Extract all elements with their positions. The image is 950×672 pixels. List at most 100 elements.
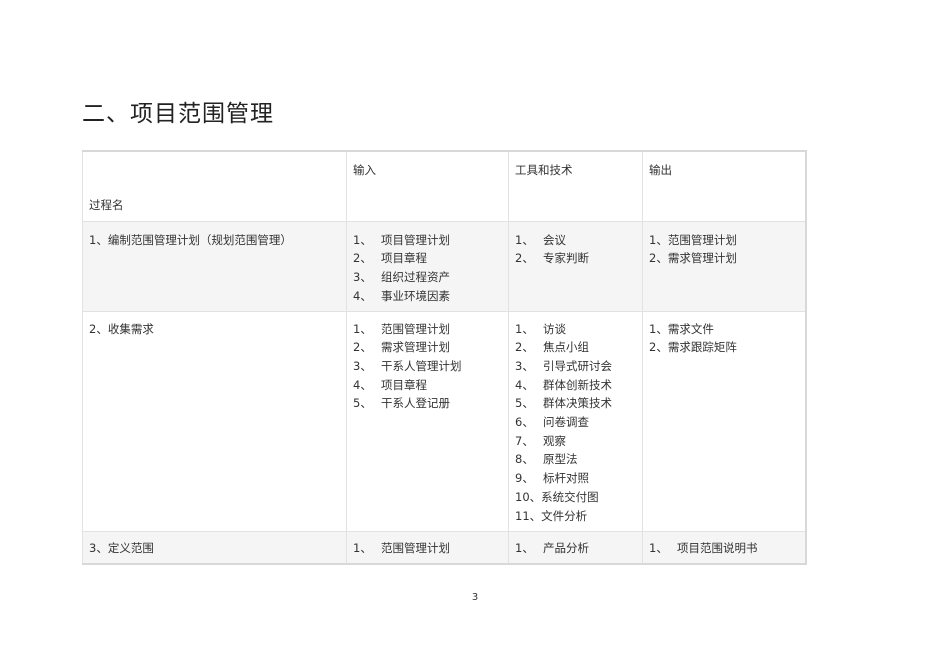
item-text: 引导式研讨会 (543, 358, 612, 373)
table-row: 1、编制范围管理计划（规划范围管理） 1、 项目管理计划 2、 项目章程 3、 组织过程资… (82, 220, 806, 312)
item-text: 项目管理计划 (381, 232, 450, 247)
item-number: 4、 (515, 377, 534, 392)
outputs-cell: 1、需求文件 2、需求跟踪矩阵 (642, 310, 806, 532)
list-item: 3、 干系人管理计划 (353, 357, 502, 376)
list-item: 2、需求管理计划 (649, 249, 799, 268)
item-number: 2、 (353, 251, 372, 266)
item-number: 10、 (515, 489, 542, 504)
item-text: 需求跟踪矩阵 (667, 340, 737, 355)
list-item: 2、需求管理计划 (353, 338, 502, 357)
list-item: 4、 群体创新技术 (515, 376, 636, 395)
item-number: 7、 (515, 433, 534, 448)
item-text: 范围管理计划 (381, 321, 450, 336)
list-item: 4、 事业环境因素 (353, 287, 502, 306)
list-item: 3、 引导式研讨会 (515, 357, 636, 376)
process-name: 1、编制范围管理计划（规划范围管理） (82, 220, 347, 312)
header-outputs: 输出 (642, 150, 806, 222)
header-process-name: 过程名 (82, 150, 347, 222)
item-text: 干系人管理计划 (381, 358, 462, 373)
section-title: 二、项目范围管理 (82, 101, 274, 127)
inputs-cell: 1、 范围管理计划 2、 需求管理计划 3、 干系人管理计划 4、 项目章程 5、 干系人登记册 (346, 310, 509, 532)
list-item: 11、文件分析 (515, 507, 636, 526)
list-item: 9、 标杆对照 (515, 469, 636, 488)
list-item: 1、 会议 (515, 231, 636, 250)
item-number: 5、 (515, 396, 534, 411)
item-text: 文件分析 (541, 508, 588, 523)
list-item: 1、 项目范围说明书 (649, 539, 799, 558)
list-item: 5、 群体决策技术 (515, 394, 636, 413)
list-item: 1、需求文件 (649, 320, 799, 339)
list-item: 8、 原型法 (515, 450, 636, 469)
item-number: 9、 (515, 471, 534, 486)
item-text: 项目范围说明书 (677, 540, 758, 555)
inputs-cell: 1、 范围管理计划 (346, 530, 509, 565)
item-text: 范围管理计划 (667, 232, 737, 247)
item-text: 产品分析 (543, 540, 589, 555)
list-item: 6、 问卷调查 (515, 413, 636, 432)
list-item: 2、需求跟踪矩阵 (649, 338, 799, 357)
list-item: 1、范围管理计划 (649, 231, 799, 250)
item-text: 问卷调查 (543, 415, 589, 430)
item-number: 1、 (353, 232, 372, 247)
item-number: 6、 (515, 415, 534, 430)
item-text: 需求管理计划 (381, 340, 450, 355)
inputs-cell: 1、 项目管理计划 2、 项目章程 3、 组织过程资产 4、 事业环境因素 (346, 220, 509, 312)
item-number: 3、 (353, 269, 372, 284)
item-text: 标杆对照 (543, 471, 589, 486)
item-number: 2、 (515, 340, 534, 355)
item-number: 2、 (353, 340, 372, 355)
item-text: 专家判断 (543, 251, 589, 266)
list-item: 1、范围管理计划 (353, 539, 502, 558)
list-item: 3、 组织过程资产 (353, 268, 502, 287)
list-item: 7、 观察 (515, 432, 636, 451)
outputs-cell: 1、范围管理计划 2、需求管理计划 (642, 220, 806, 312)
process-name: 3、定义范围 (82, 530, 347, 565)
table-row: 2、收集需求 1、 范围管理计划 2、 需求管理计划 3、 干系人管理计划 4、 项目章程 5、… (82, 310, 806, 532)
item-text: 系统交付图 (541, 489, 599, 504)
item-number: 5、 (353, 396, 372, 411)
list-item: 1、 产品分析 (515, 539, 636, 558)
tools-cell: 1、 会议 2、 专家判断 (508, 220, 643, 312)
item-number: 2、 (515, 251, 534, 266)
list-item: 4、 项目章程 (353, 376, 502, 395)
item-number: 1、 (649, 540, 668, 555)
process-name: 2、收集需求 (82, 310, 347, 532)
item-text: 范围管理计划 (381, 540, 450, 555)
item-number: 4、 (353, 377, 372, 392)
list-item: 1、范围管理计划 (353, 320, 502, 339)
item-number: 1、 (353, 321, 372, 336)
item-number: 1、 (649, 321, 668, 336)
item-text: 焦点小组 (543, 340, 589, 355)
item-text: 干系人登记册 (381, 396, 450, 411)
item-text: 原型法 (543, 452, 578, 467)
item-text: 项目章程 (381, 251, 427, 266)
table-header-row: 过程名 输入 工具和技术 输出 (82, 150, 806, 222)
list-item: 2、 项目章程 (353, 249, 502, 268)
item-number: 4、 (353, 288, 372, 303)
list-item: 1、 项目管理计划 (353, 231, 502, 250)
item-text: 会议 (543, 232, 566, 247)
item-text: 群体决策技术 (543, 396, 612, 411)
header-tools: 工具和技术 (508, 150, 643, 222)
header-inputs: 输入 (346, 150, 509, 222)
item-number: 1、 (353, 540, 372, 555)
item-text: 事业环境因素 (381, 288, 450, 303)
item-number: 11、 (515, 508, 542, 523)
list-item: 1、 访谈 (515, 320, 636, 339)
list-item: 10、系统交付图 (515, 488, 636, 507)
list-item: 2、 焦点小组 (515, 338, 636, 357)
tools-cell: 1、 访谈 2、 焦点小组 3、 引导式研讨会 4、 群体创新技术 5、 群体决策技术 6、 问卷调查… (508, 310, 643, 532)
list-item: 2、 专家判断 (515, 249, 636, 268)
page-number: 3 (471, 592, 479, 603)
item-text: 观察 (543, 433, 566, 448)
item-number: 1、 (515, 321, 534, 336)
item-text: 需求文件 (667, 321, 714, 336)
list-item: 5、 干系人登记册 (353, 394, 502, 413)
item-text: 项目章程 (381, 377, 427, 392)
item-number: 3、 (515, 358, 534, 373)
outputs-cell: 1、 项目范围说明书 (642, 530, 806, 565)
table-row: 3、定义范围 1、 范围管理计划 1、 产品分析 1、 项目范围说明书 (82, 530, 806, 565)
item-text: 群体创新技术 (543, 377, 612, 392)
scope-management-table: 过程名 输入 工具和技术 输出 1、编制范围管理计划（规划范围管理） 1、 项目管… (82, 150, 807, 565)
item-number: 1、 (515, 540, 534, 555)
